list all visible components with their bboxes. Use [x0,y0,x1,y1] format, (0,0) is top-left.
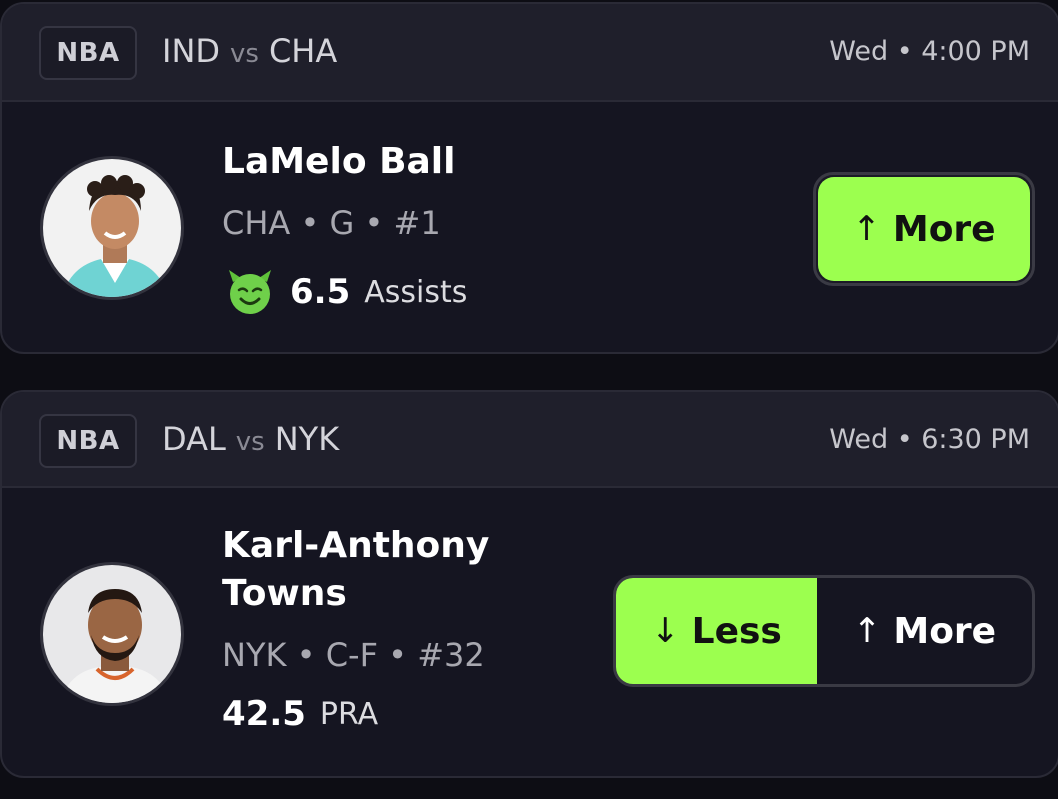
team-away: IND [162,32,221,70]
line-value: 42.5 [222,694,306,734]
matchup: IND vs CHA [162,32,337,70]
player-name-line2: Towns [222,573,347,614]
player-name-line1: Karl-Anthony [222,525,490,566]
less-more-toggle[interactable]: ↓ Less ↑ More [613,575,1035,687]
team-home: NYK [274,420,340,458]
matchup: DAL vs NYK [162,420,339,458]
player-name: Karl-Anthony Towns [222,522,489,618]
arrow-down-icon: ↓ [651,611,680,651]
arrow-up-icon: ↑ [852,209,881,249]
more-label: More [892,208,996,250]
demon-icon [229,270,271,314]
pick-card-karl-anthony-towns: NBA DAL vs NYK Wed • 6:30 PM Karl-Anthon… [0,390,1058,778]
player-meta: NYK • C-F • #32 [222,636,485,674]
less-label: Less [691,610,782,652]
arrow-up-icon: ↑ [852,611,882,651]
projection-line: 6.5 Assists [222,266,467,318]
player-name: LaMelo Ball [222,141,456,182]
player-avatar [40,562,184,706]
player-headshot-image [43,565,181,703]
more-button[interactable]: ↑ More [813,172,1035,286]
pick-card-lamelo-ball: NBA IND vs CHA Wed • 4:00 PM LaMelo Ball… [0,2,1058,354]
league-badge: NBA [39,414,137,468]
vs-label: vs [230,39,259,69]
more-label: More [893,610,997,652]
more-button[interactable]: ↑ More [817,578,1032,684]
line-value: 6.5 [290,272,351,312]
player-headshot-image [43,159,181,297]
less-button[interactable]: ↓ Less [616,578,817,684]
card-header: NBA IND vs CHA Wed • 4:00 PM [2,4,1058,102]
player-meta: CHA • G • #1 [222,204,441,242]
stat-type: Assists [364,274,468,310]
team-home: CHA [268,32,338,70]
team-away: DAL [162,420,226,458]
stat-type: PRA [319,696,379,732]
card-header: NBA DAL vs NYK Wed • 6:30 PM [2,392,1058,488]
vs-label: vs [235,427,265,457]
more-button-fill[interactable]: ↑ More [818,177,1030,281]
game-time: Wed • 4:00 PM [829,36,1030,67]
game-time: Wed • 6:30 PM [829,424,1030,455]
league-badge: NBA [39,26,137,80]
projection-line: 42.5 PRA [222,694,378,734]
player-avatar [40,156,184,300]
